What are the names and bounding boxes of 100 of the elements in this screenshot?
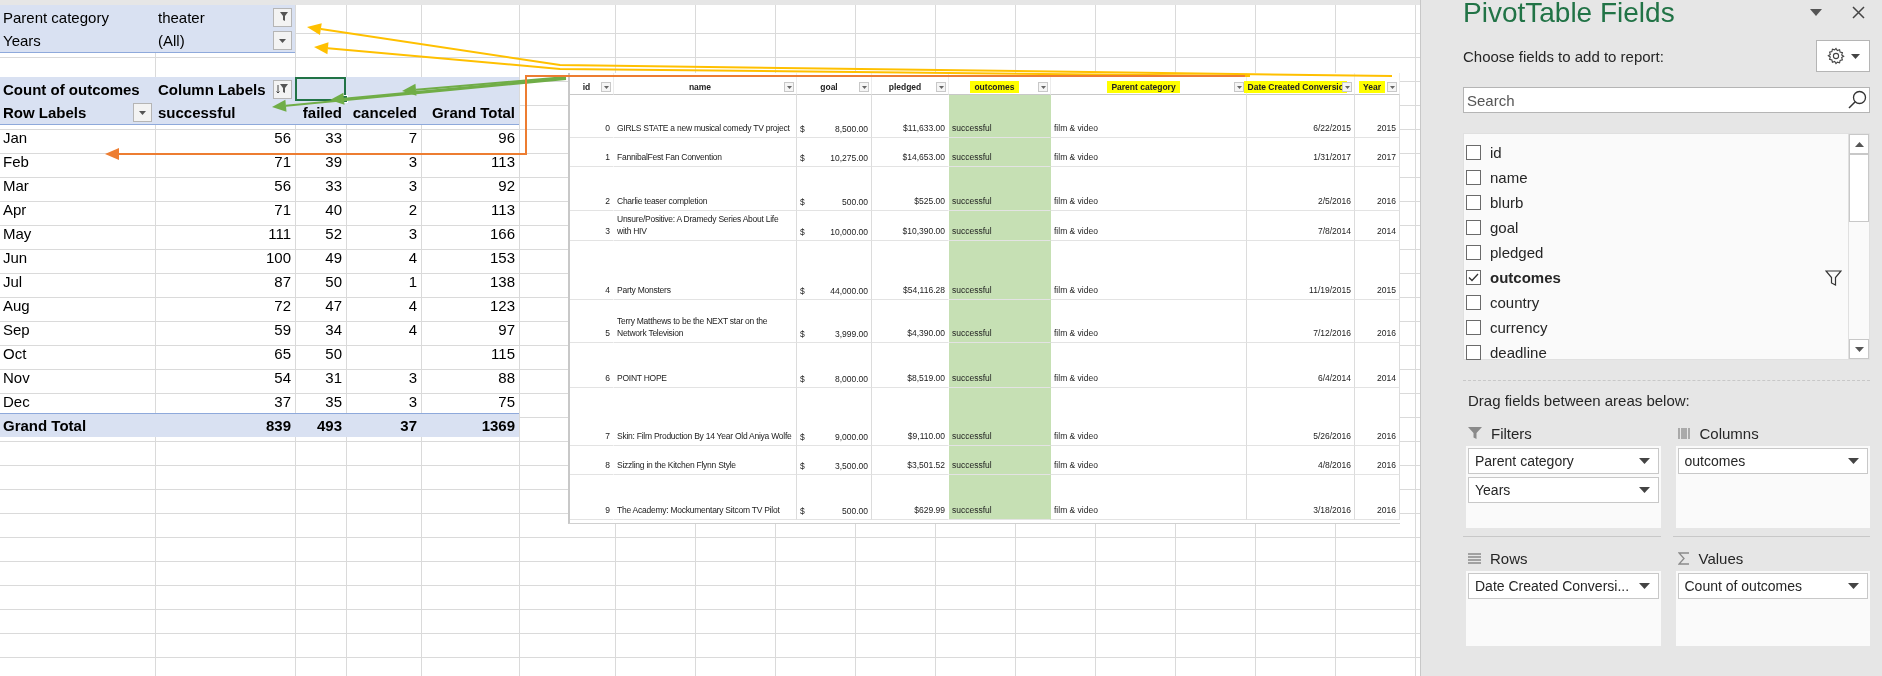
field-item[interactable]: deadline <box>1490 344 1842 361</box>
values-label: Count of outcomes <box>0 77 155 101</box>
column-header: Grand Total <box>421 101 519 125</box>
field-item[interactable]: country <box>1490 294 1842 311</box>
search-icon <box>1848 90 1867 109</box>
columns-icon <box>1677 426 1691 440</box>
table-cell: film & video <box>1051 241 1247 300</box>
drop-area[interactable]: Count of outcomes <box>1675 571 1870 646</box>
dropdown-button[interactable] <box>1234 82 1244 92</box>
table-cell-text: 39 <box>324 151 343 172</box>
dropdown-button[interactable] <box>784 82 794 92</box>
table-cell: 500.00 <box>842 197 868 207</box>
dropdown-button[interactable] <box>1342 82 1352 92</box>
table-cell: successful <box>949 446 1051 475</box>
field-checkbox[interactable] <box>1466 270 1481 285</box>
area-field-button[interactable]: Parent category <box>1468 448 1659 474</box>
total-cell: 1369 <box>421 413 519 437</box>
area-field-button[interactable]: Date Created Conversi... <box>1468 573 1659 599</box>
sigma-icon <box>1677 551 1690 565</box>
table-cell: successful <box>949 388 1051 446</box>
filter-dropdown-button[interactable] <box>273 7 292 27</box>
up-arrow-icon <box>1854 141 1864 147</box>
table-cell: 2 <box>570 167 614 211</box>
close-button[interactable] <box>1850 4 1866 20</box>
field-item[interactable]: goal <box>1490 219 1842 236</box>
pane-title: PivotTable Fields <box>1463 0 1675 29</box>
area-label: Filters <box>1491 424 1532 442</box>
table-cell: 3,999.00 <box>834 329 868 339</box>
field-item[interactable]: blurb <box>1490 194 1842 211</box>
field-item[interactable]: outcomes <box>1490 269 1816 286</box>
field-item[interactable]: currency <box>1490 319 1842 336</box>
field-checkbox[interactable] <box>1466 295 1481 310</box>
field-checkbox[interactable] <box>1466 220 1481 235</box>
scrollbar-thumb[interactable] <box>1849 154 1869 222</box>
dropdown-arrow-icon <box>1344 85 1350 89</box>
table-cell: 8,500.00 <box>834 124 868 134</box>
filter-dropdown-button[interactable] <box>273 31 292 50</box>
filter-value: (All) <box>158 32 185 49</box>
filter-value: theater <box>158 8 205 26</box>
drop-area[interactable]: Date Created Conversi... <box>1466 571 1661 646</box>
dropdown-button[interactable] <box>936 82 946 92</box>
row-label: Oct <box>2 343 28 364</box>
settings-button[interactable] <box>1816 40 1870 72</box>
table-cell: 3,500.00 <box>834 461 868 471</box>
area-field-button[interactable]: Years <box>1468 477 1659 503</box>
table-cell: 5/26/2016 <box>1247 388 1355 446</box>
dropdown-button[interactable] <box>1038 82 1048 92</box>
dropdown-button[interactable] <box>601 82 611 92</box>
area-label: Rows <box>1490 549 1528 567</box>
grand-total-label: Grand Total <box>0 413 155 437</box>
total-cell: 839 <box>155 413 295 437</box>
table-cell-text: 54 <box>273 367 292 388</box>
field-checkbox[interactable] <box>1466 195 1481 210</box>
table-cell-text: 113 <box>490 199 516 220</box>
field-checkbox[interactable] <box>1466 145 1481 160</box>
currency-symbol: $ <box>800 197 805 207</box>
area-field-button[interactable]: outcomes <box>1677 448 1868 474</box>
table-cell: film & video <box>1051 388 1247 446</box>
table-cell-text: 113 <box>490 151 516 172</box>
table-cell-text: 37 <box>273 391 292 412</box>
dropdown-arrow-icon <box>603 85 609 89</box>
currency-symbol: $ <box>800 432 805 442</box>
table-cell: Skin: Film Production By 14 Year Old Aniya Wolfe <box>617 430 792 442</box>
table-cell: 7/12/2016 <box>1247 300 1355 343</box>
column-labels-filter-button[interactable] <box>273 79 292 99</box>
field-item[interactable]: id <box>1490 144 1842 161</box>
table-cell-text: 35 <box>324 391 343 412</box>
table-cell-text: 56 <box>273 127 292 148</box>
area-field-button[interactable]: Count of outcomes <box>1677 573 1868 599</box>
table-cell: 4/8/2016 <box>1247 446 1355 475</box>
table-cell: 10,000.00 <box>830 227 868 237</box>
filter-label: Parent category <box>0 5 155 29</box>
caret-icon <box>1848 583 1859 589</box>
field-checkbox[interactable] <box>1466 170 1481 185</box>
field-item[interactable]: name <box>1490 169 1842 186</box>
drop-area[interactable]: outcomes <box>1675 446 1870 528</box>
table-cell: POINT HOPE <box>617 372 667 384</box>
drop-area[interactable]: Parent category Years <box>1466 446 1661 528</box>
table-cell: 3 <box>570 211 614 241</box>
table-cell-text: 3 <box>407 223 418 244</box>
field-checkbox[interactable] <box>1466 245 1481 260</box>
row-label: Sep <box>2 319 31 340</box>
table-cell: successful <box>949 343 1051 388</box>
table-cell: film & video <box>1051 300 1247 343</box>
table-cell: 1 <box>570 138 614 167</box>
table-cell: film & video <box>1051 475 1247 520</box>
scroll-up-button[interactable] <box>1849 134 1869 154</box>
field-checkbox[interactable] <box>1466 320 1481 335</box>
field-item[interactable]: pledged <box>1490 244 1842 261</box>
caret-icon <box>1850 53 1860 59</box>
field-checkbox[interactable] <box>1466 345 1481 360</box>
scroll-down-button[interactable] <box>1849 339 1869 359</box>
table-cell-text: 71 <box>273 199 292 220</box>
dropdown-button[interactable] <box>1387 82 1397 92</box>
table-cell: 11/19/2015 <box>1247 241 1355 300</box>
search-field[interactable]: Search <box>1463 87 1870 113</box>
row-labels-dropdown-button[interactable] <box>133 103 152 122</box>
dropdown-button[interactable] <box>859 82 869 92</box>
table-cell: The Academy: Mockumentary Sitcom TV Pilot <box>617 504 780 516</box>
table-cell: film & video <box>1051 138 1247 167</box>
